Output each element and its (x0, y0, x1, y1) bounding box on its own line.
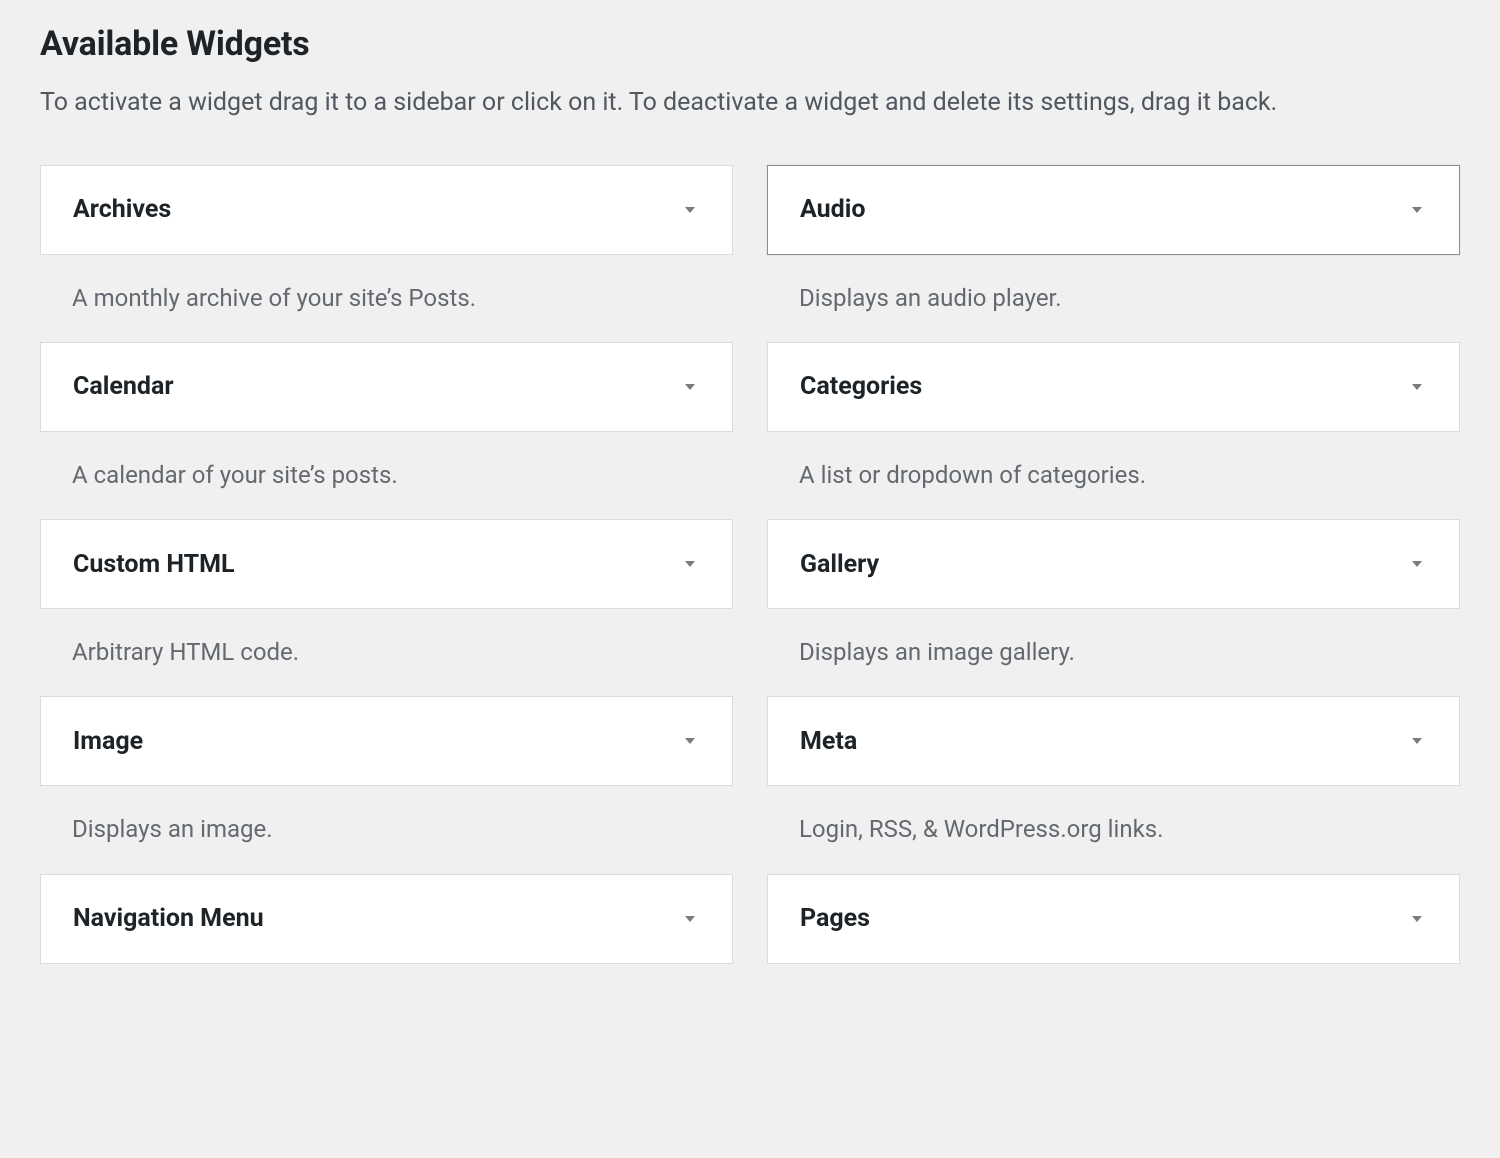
widget-description: Login, RSS, & WordPress.org links. (767, 786, 1460, 873)
widget-cell: Pages (767, 874, 1460, 1020)
widget-title: Gallery (800, 550, 879, 579)
chevron-down-icon (1407, 200, 1427, 220)
widget-box[interactable]: Pages (767, 874, 1460, 964)
chevron-down-icon (680, 731, 700, 751)
widget-title: Custom HTML (73, 550, 235, 579)
section-description: To activate a widget drag it to a sideba… (40, 84, 1440, 123)
widget-title: Image (73, 727, 143, 756)
widget-description: Displays an audio player. (767, 255, 1460, 342)
widget-cell: Calendar A calendar of your site’s posts. (40, 342, 733, 519)
widget-cell: Custom HTML Arbitrary HTML code. (40, 519, 733, 696)
widget-title: Navigation Menu (73, 904, 264, 933)
widget-description: A monthly archive of your site’s Posts. (40, 255, 733, 342)
widget-title: Meta (800, 727, 857, 756)
chevron-down-icon (680, 200, 700, 220)
chevron-down-icon (680, 554, 700, 574)
widget-title: Archives (73, 195, 171, 224)
widget-box[interactable]: Audio (767, 165, 1460, 255)
widget-grid: Archives A monthly archive of your site’s… (40, 165, 1460, 1020)
chevron-down-icon (1407, 377, 1427, 397)
available-widgets-panel: Available Widgets To activate a widget d… (0, 0, 1500, 1020)
chevron-down-icon (680, 909, 700, 929)
chevron-down-icon (680, 377, 700, 397)
chevron-down-icon (1407, 731, 1427, 751)
widget-box[interactable]: Categories (767, 342, 1460, 432)
widget-description (767, 964, 1460, 1020)
widget-description (40, 964, 733, 1020)
widget-cell: Image Displays an image. (40, 696, 733, 873)
widget-cell: Navigation Menu (40, 874, 733, 1020)
widget-box[interactable]: Archives (40, 165, 733, 255)
widget-description: A calendar of your site’s posts. (40, 432, 733, 519)
widget-description: Displays an image. (40, 786, 733, 873)
widget-title: Audio (800, 195, 865, 224)
widget-box[interactable]: Gallery (767, 519, 1460, 609)
widget-title: Pages (800, 904, 870, 933)
section-title: Available Widgets (40, 24, 1460, 64)
widget-cell: Categories A list or dropdown of categori… (767, 342, 1460, 519)
widget-description: Displays an image gallery. (767, 609, 1460, 696)
widget-cell: Archives A monthly archive of your site’s… (40, 165, 733, 342)
widget-title: Calendar (73, 372, 173, 401)
widget-cell: Meta Login, RSS, & WordPress.org links. (767, 696, 1460, 873)
widget-description: A list or dropdown of categories. (767, 432, 1460, 519)
widget-cell: Gallery Displays an image gallery. (767, 519, 1460, 696)
widget-description: Arbitrary HTML code. (40, 609, 733, 696)
widget-box[interactable]: Navigation Menu (40, 874, 733, 964)
widget-box[interactable]: Custom HTML (40, 519, 733, 609)
chevron-down-icon (1407, 554, 1427, 574)
widget-box[interactable]: Image (40, 696, 733, 786)
widget-box[interactable]: Meta (767, 696, 1460, 786)
widget-cell: Audio Displays an audio player. (767, 165, 1460, 342)
widget-box[interactable]: Calendar (40, 342, 733, 432)
widget-title: Categories (800, 372, 922, 401)
chevron-down-icon (1407, 909, 1427, 929)
